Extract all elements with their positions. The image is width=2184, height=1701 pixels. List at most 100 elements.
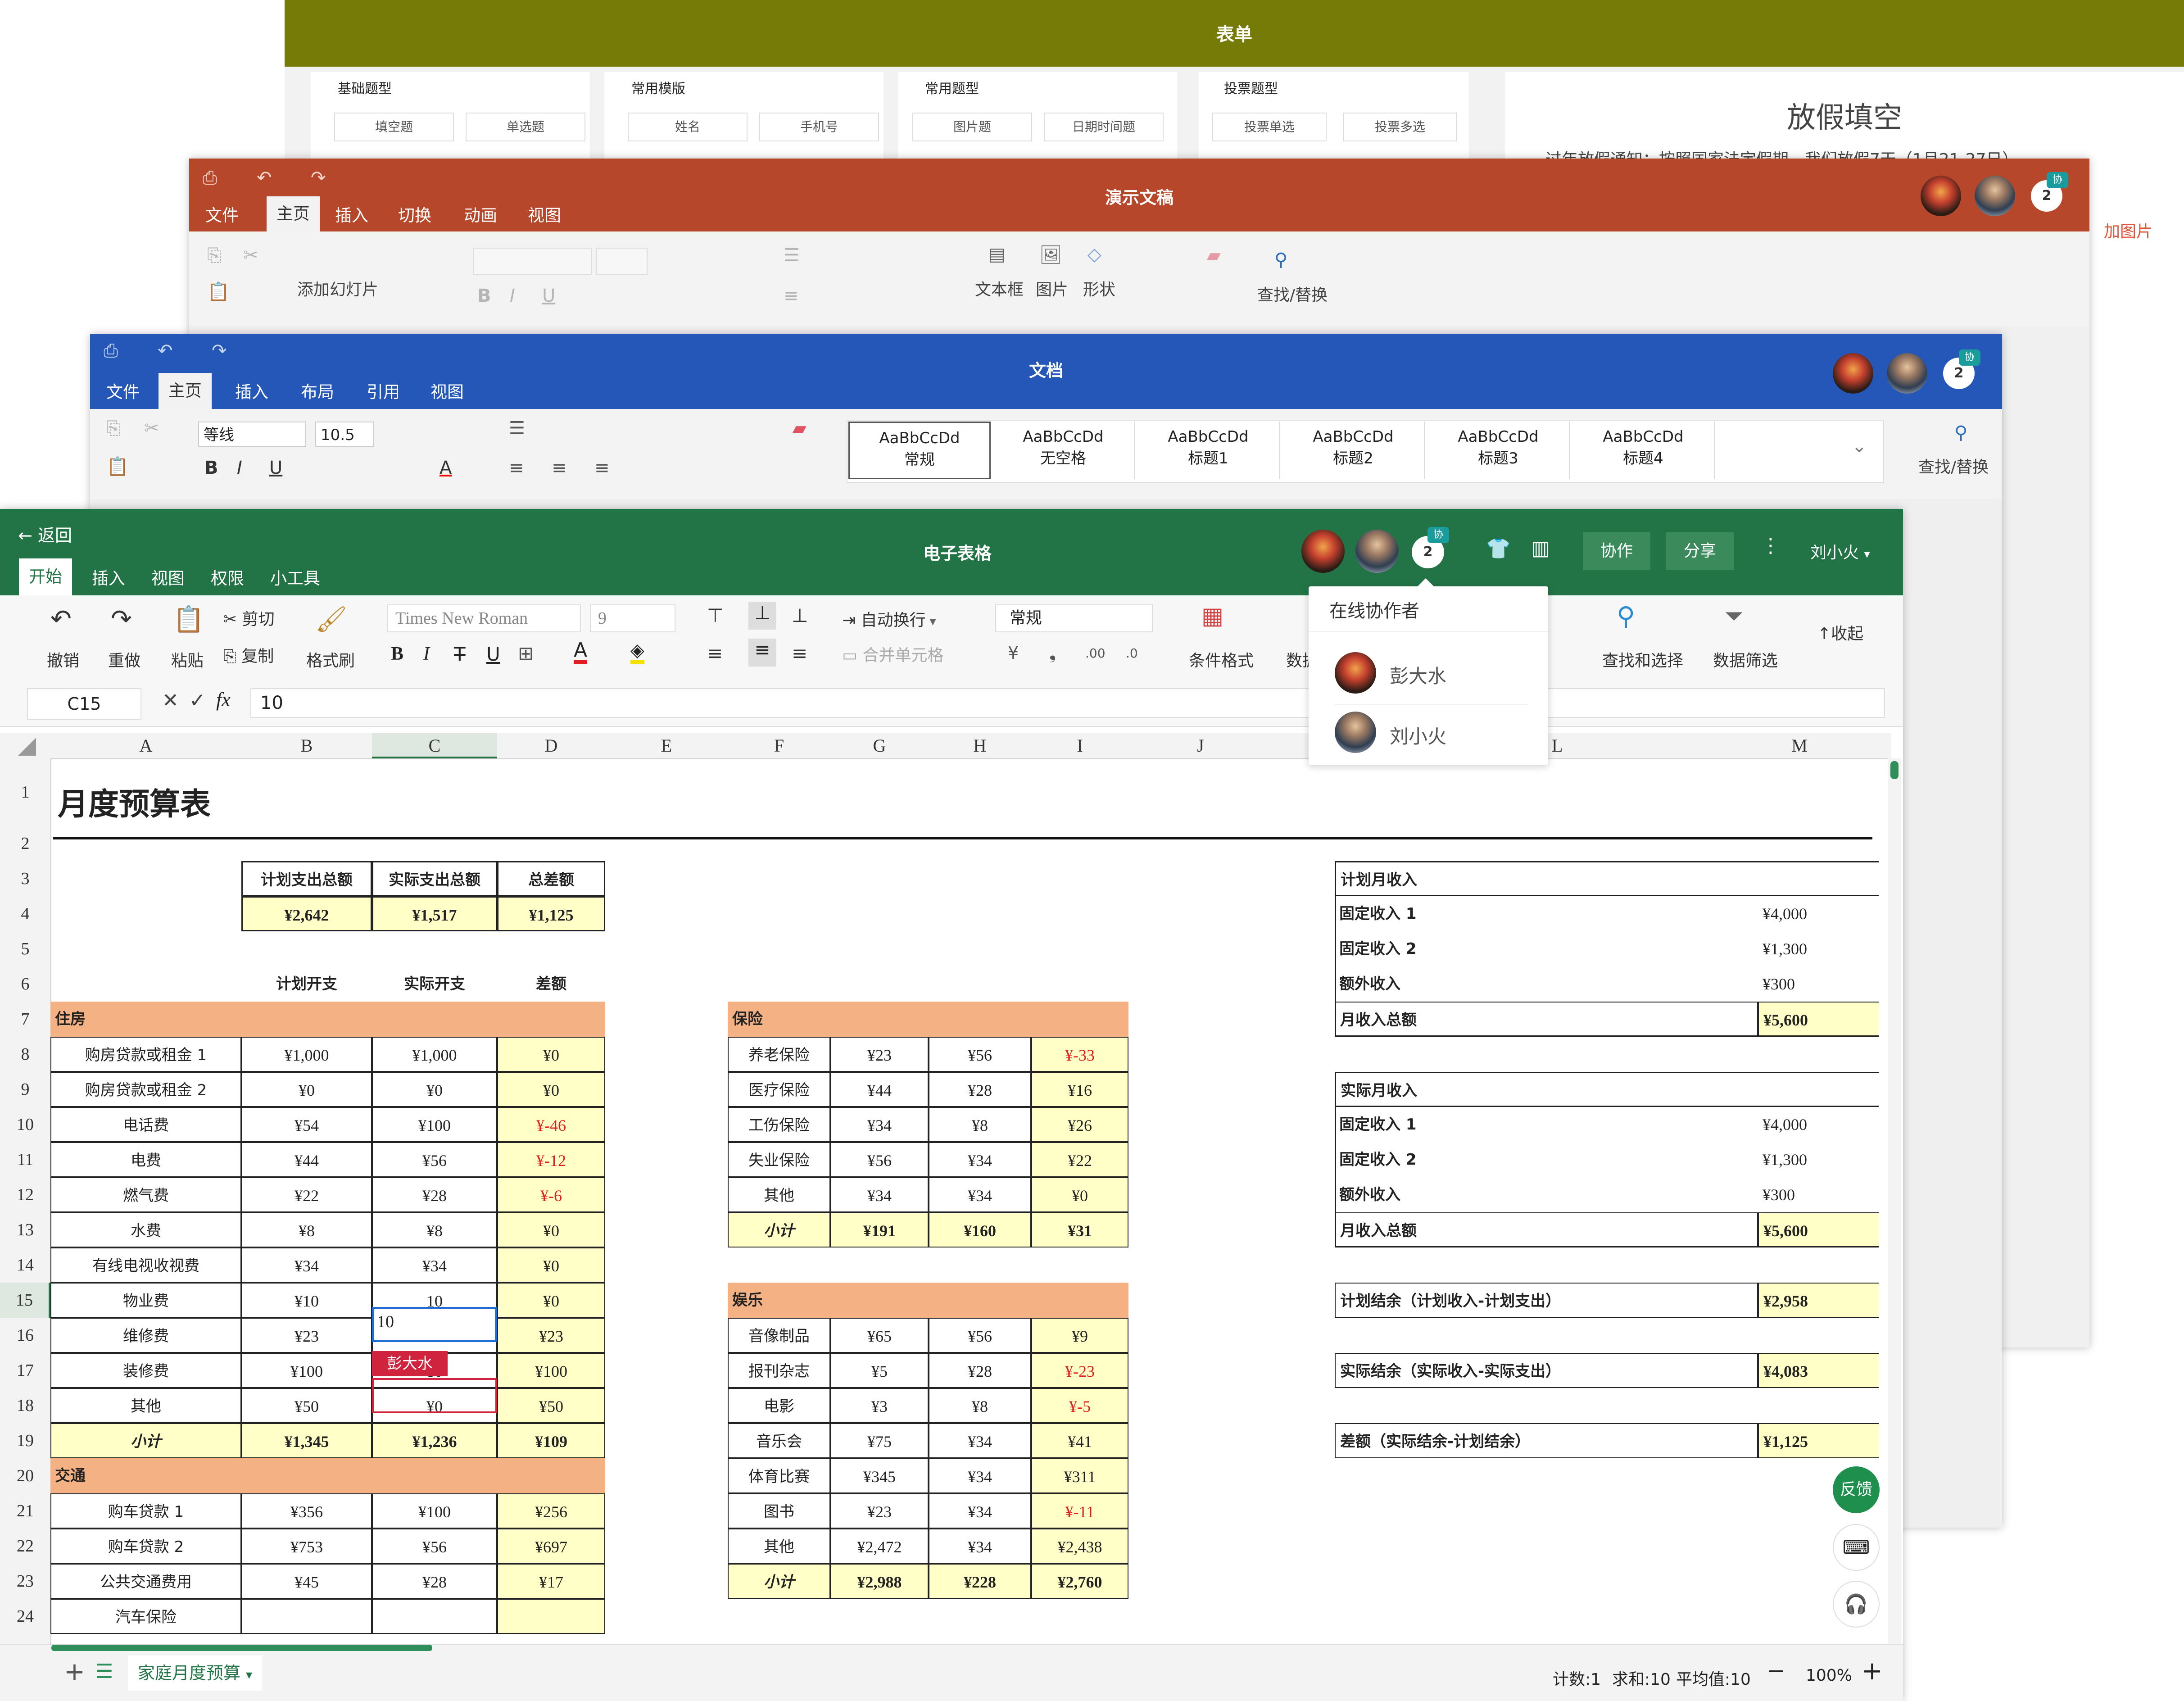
summary-value[interactable]: ¥2,642: [241, 896, 372, 931]
underline-icon[interactable]: U: [486, 643, 500, 665]
subtotal-value[interactable]: ¥2,988: [830, 1564, 929, 1599]
find-replace-button[interactable]: 查找/替换: [1257, 282, 1328, 305]
value-cell[interactable]: ¥56: [929, 1318, 1031, 1353]
row-label[interactable]: 购车贷款 1: [50, 1493, 241, 1529]
form-btn-phone[interactable]: 手机号: [759, 113, 879, 141]
row-label[interactable]: 音像制品: [728, 1318, 830, 1353]
column-header[interactable]: I: [1031, 733, 1128, 758]
value-cell[interactable]: ¥1,000: [372, 1037, 497, 1072]
value-cell[interactable]: ¥-12: [497, 1142, 605, 1177]
row-label[interactable]: 养老保险: [728, 1037, 830, 1072]
copy-icon[interactable]: ⎘: [106, 418, 121, 439]
cut-icon[interactable]: ✂: [243, 245, 258, 266]
row-header[interactable]: 18: [0, 1388, 50, 1423]
value-cell[interactable]: ¥100: [497, 1353, 605, 1388]
align-bottom-icon[interactable]: ⊥: [792, 604, 808, 626]
row-header[interactable]: 11: [0, 1142, 50, 1177]
subtotal-value[interactable]: ¥1,236: [372, 1423, 497, 1458]
cut-button[interactable]: ✂ 剪切: [223, 606, 275, 630]
value-cell[interactable]: ¥34: [929, 1177, 1031, 1212]
value-cell[interactable]: ¥50: [497, 1388, 605, 1423]
value-cell[interactable]: ¥34: [830, 1107, 929, 1142]
value-cell[interactable]: ¥50: [241, 1388, 372, 1423]
sheet-list-icon[interactable]: ☰: [95, 1660, 113, 1683]
layout-icon[interactable]: ▥: [1531, 537, 1550, 560]
format-painter-icon[interactable]: 🖌: [315, 604, 347, 634]
avatar[interactable]: [1887, 353, 1927, 394]
row-header[interactable]: 17: [0, 1353, 50, 1388]
doc-tab-insert[interactable]: 插入: [235, 378, 268, 403]
doc-tab-file[interactable]: 文件: [106, 378, 140, 403]
shape-icon[interactable]: ◇: [1087, 244, 1101, 265]
value-cell[interactable]: ¥56: [372, 1529, 497, 1564]
value-cell[interactable]: ¥9: [1031, 1318, 1128, 1353]
value-cell[interactable]: [372, 1599, 497, 1634]
value-cell[interactable]: ¥34: [929, 1142, 1031, 1177]
confirm-icon[interactable]: ✓: [189, 689, 206, 712]
align-center-icon[interactable]: ≡: [748, 639, 776, 667]
row-label[interactable]: 工伤保险: [728, 1107, 830, 1142]
value-cell[interactable]: ¥44: [830, 1072, 929, 1107]
column-header[interactable]: J: [1128, 733, 1273, 758]
search-icon[interactable]: ⚲: [1954, 422, 1967, 443]
sheet-tab-start[interactable]: 开始: [19, 558, 72, 595]
row-label[interactable]: 有线电视收视费: [50, 1247, 241, 1283]
value-cell[interactable]: ¥-23: [1031, 1353, 1128, 1388]
column-label[interactable]: 实际开支: [372, 966, 497, 1002]
find-select-button[interactable]: 查找和选择: [1602, 648, 1683, 671]
font-color-icon[interactable]: A: [440, 458, 452, 478]
ppt-tab-animation[interactable]: 动画: [464, 202, 497, 226]
value-cell[interactable]: ¥753: [241, 1529, 372, 1564]
merge-cells-button[interactable]: ▭ 合并单元格: [842, 642, 943, 666]
value-cell[interactable]: ¥3: [830, 1388, 929, 1423]
value-cell[interactable]: ¥41: [1031, 1423, 1128, 1458]
collaborator-name[interactable]: 刘小火: [1390, 721, 1446, 749]
active-cell[interactable]: 10: [372, 1307, 497, 1342]
sheet-tab-view[interactable]: 视图: [151, 565, 185, 589]
shape-button[interactable]: 形状: [1083, 277, 1115, 300]
row-label[interactable]: 水费: [50, 1212, 241, 1247]
subtotal-value[interactable]: ¥1,345: [241, 1423, 372, 1458]
align-middle-icon[interactable]: ⊥: [748, 602, 776, 630]
row-header[interactable]: 21: [0, 1493, 50, 1529]
value-cell[interactable]: ¥0: [241, 1072, 372, 1107]
row-header[interactable]: 1: [0, 758, 50, 826]
italic-icon[interactable]: I: [510, 286, 515, 306]
collaborator-name[interactable]: 彭大水: [1390, 661, 1446, 689]
balance-label[interactable]: 实际结余（实际收入-实际支出）: [1335, 1353, 1758, 1388]
form-btn-image[interactable]: 图片题: [912, 113, 1032, 141]
avatar[interactable]: [1921, 176, 1961, 216]
ppt-tab-file[interactable]: 文件: [205, 202, 239, 226]
function-icon[interactable]: fx: [216, 688, 231, 711]
cut-icon[interactable]: ✂: [144, 418, 159, 439]
row-label[interactable]: 音乐会: [728, 1423, 830, 1458]
italic-icon[interactable]: I: [237, 458, 242, 478]
subtotal-value[interactable]: ¥109: [497, 1423, 605, 1458]
font-color-icon[interactable]: A: [574, 640, 588, 664]
value-cell[interactable]: ¥34: [929, 1458, 1031, 1493]
subtotal-value[interactable]: ¥160: [929, 1212, 1031, 1247]
style-h4[interactable]: AaBbCcDd 标题4: [1572, 422, 1715, 479]
feedback-button[interactable]: 反馈: [1833, 1466, 1880, 1513]
row-label[interactable]: 电影: [728, 1388, 830, 1423]
row-label[interactable]: 报刊杂志: [728, 1353, 830, 1388]
style-h2[interactable]: AaBbCcDd 标题2: [1282, 422, 1425, 479]
fill-color-icon[interactable]: ◈: [630, 640, 644, 664]
subtotal-value[interactable]: ¥191: [830, 1212, 929, 1247]
sheet-tab-family-budget[interactable]: 家庭月度预算 ▾: [128, 1656, 263, 1691]
zoom-in-icon[interactable]: +: [1862, 1656, 1883, 1686]
row-label[interactable]: 购房贷款或租金 2: [50, 1072, 241, 1107]
row-label[interactable]: 购车贷款 2: [50, 1529, 241, 1564]
value-cell[interactable]: ¥2,472: [830, 1529, 929, 1564]
value-cell[interactable]: ¥34: [929, 1529, 1031, 1564]
form-btn-vote-multi[interactable]: 投票多选: [1343, 113, 1457, 141]
copy-button[interactable]: ⎘ 复制: [223, 643, 274, 667]
value-cell[interactable]: ¥23: [830, 1493, 929, 1529]
undo-icon[interactable]: ↶: [50, 604, 72, 634]
zoom-out-icon[interactable]: −: [1767, 1658, 1785, 1683]
column-header[interactable]: H: [929, 733, 1031, 758]
font-select[interactable]: [473, 248, 592, 275]
share-button[interactable]: 分享: [1666, 532, 1734, 570]
form-btn-single[interactable]: 单选题: [466, 113, 585, 141]
value-cell[interactable]: ¥56: [830, 1142, 929, 1177]
